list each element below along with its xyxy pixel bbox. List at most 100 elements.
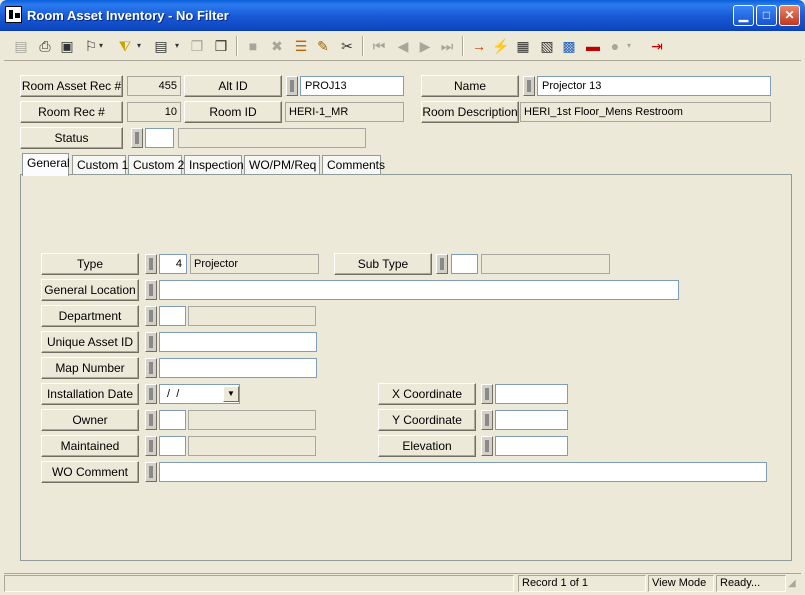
prev-record-icon[interactable]: ◀ — [392, 35, 414, 57]
status-code-field[interactable] — [145, 128, 174, 148]
new-icon[interactable]: ▤ — [10, 35, 32, 57]
department-grip[interactable] — [145, 306, 157, 326]
chevron-down-icon[interactable]: ▾ — [96, 35, 106, 57]
room-asset-rec-field: 455 — [127, 76, 181, 96]
edit-icon[interactable]: ✎ — [312, 35, 334, 57]
general-location-grip[interactable] — [145, 280, 157, 300]
next-record-icon[interactable]: ▶ — [414, 35, 436, 57]
tab-custom-2[interactable]: Custom 2 — [128, 155, 184, 175]
copy-icon[interactable]: ❐ — [186, 35, 208, 57]
alt-id-button[interactable]: Alt ID — [184, 75, 282, 97]
unique-asset-id-grip[interactable] — [145, 332, 157, 352]
fire-truck-icon[interactable]: ▬ — [582, 35, 604, 57]
app-icon — [5, 6, 22, 23]
tab-inspection[interactable]: Inspection — [184, 155, 244, 175]
sub-type-button[interactable]: Sub Type — [334, 253, 432, 275]
elevation-field[interactable] — [495, 436, 568, 456]
maintained-button[interactable]: Maintained — [41, 435, 139, 457]
map-number-button[interactable]: Map Number — [41, 357, 139, 379]
alt-id-grip[interactable] — [286, 76, 298, 96]
chevron-down-icon: ▼ — [227, 389, 235, 398]
general-location-button[interactable]: General Location — [41, 279, 139, 301]
cut-icon[interactable]: ✂ — [336, 35, 358, 57]
y-coordinate-field[interactable] — [495, 410, 568, 430]
hierarchy-icon[interactable]: ▦ — [512, 35, 534, 57]
date-dropdown-button[interactable]: ▼ — [223, 386, 239, 402]
map-number-field[interactable] — [159, 358, 317, 378]
general-location-field[interactable] — [159, 280, 679, 300]
type-button[interactable]: Type — [41, 253, 139, 275]
chevron-down-icon[interactable]: ▾ — [624, 35, 634, 57]
name-field[interactable]: Projector 13 — [537, 76, 771, 96]
name-button[interactable]: Name — [421, 75, 519, 97]
resize-grip-icon[interactable]: ◢ — [788, 578, 800, 590]
delete-icon[interactable]: ■ — [242, 35, 264, 57]
owner-grip[interactable] — [145, 410, 157, 430]
minimize-button[interactable]: ▁ — [733, 5, 754, 26]
sub-type-grip[interactable] — [436, 254, 448, 274]
room-id-button[interactable]: Room ID — [184, 101, 282, 123]
room-description-button[interactable]: Room Description — [421, 101, 519, 123]
exit-icon[interactable]: ⇥ — [646, 35, 668, 57]
chevron-down-icon[interactable]: ▾ — [172, 35, 182, 57]
title-bar[interactable]: Room Asset Inventory - No Filter ▁ □ ✕ — [0, 0, 805, 31]
status-button[interactable]: Status — [20, 127, 123, 149]
sub-type-description-field — [481, 254, 610, 274]
tab-general[interactable]: General — [22, 153, 70, 176]
room-rec-button[interactable]: Room Rec # — [20, 101, 123, 123]
owner-description-field — [188, 410, 316, 430]
ready-status: Ready... — [716, 575, 786, 592]
maintained-grip[interactable] — [145, 436, 157, 456]
first-record-icon[interactable]: ⏮ — [368, 35, 390, 57]
x-coordinate-grip[interactable] — [481, 384, 493, 404]
wo-comment-button[interactable]: WO Comment — [41, 461, 139, 483]
goto-icon[interactable]: → — [468, 35, 490, 57]
tree-icon[interactable]: ▧ — [536, 35, 558, 57]
y-coordinate-button[interactable]: Y Coordinate — [378, 409, 476, 431]
elevation-grip[interactable] — [481, 436, 493, 456]
lightning-icon[interactable]: ⚡ — [490, 35, 512, 57]
type-code-field[interactable]: 4 — [159, 254, 187, 274]
print-icon[interactable]: ⎙ — [34, 35, 56, 57]
department-button[interactable]: Department — [41, 305, 139, 327]
paste-icon[interactable]: ❒ — [210, 35, 232, 57]
x-coordinate-field[interactable] — [495, 384, 568, 404]
preview-icon[interactable]: ▣ — [56, 35, 78, 57]
close-button[interactable]: ✕ — [779, 5, 800, 26]
installation-date-button[interactable]: Installation Date — [41, 383, 139, 405]
globe-icon[interactable]: ● — [604, 35, 626, 57]
department-code-field[interactable] — [159, 306, 186, 326]
map-number-grip[interactable] — [145, 358, 157, 378]
report-icon[interactable]: ▤ — [150, 35, 172, 57]
alt-id-field[interactable]: PROJ13 — [300, 76, 404, 96]
filter-icon[interactable]: ⧨ — [114, 35, 136, 57]
close-icon: ✕ — [784, 8, 795, 22]
owner-button[interactable]: Owner — [41, 409, 139, 431]
room-asset-rec-button[interactable]: Room Asset Rec # — [20, 75, 123, 97]
y-coordinate-grip[interactable] — [481, 410, 493, 430]
type-grip[interactable] — [145, 254, 157, 274]
maximize-button[interactable]: □ — [756, 5, 777, 26]
owner-code-field[interactable] — [159, 410, 186, 430]
tab-custom-1[interactable]: Custom 1 — [72, 155, 128, 175]
wo-comment-field[interactable] — [159, 462, 767, 482]
map-icon[interactable]: ▩ — [558, 35, 580, 57]
maintained-description-field — [188, 436, 316, 456]
tab-comments[interactable]: Comments — [322, 155, 385, 175]
last-record-icon[interactable]: ⏭ — [436, 35, 458, 57]
x-coordinate-button[interactable]: X Coordinate — [378, 383, 476, 405]
status-grip[interactable] — [131, 128, 143, 148]
unique-asset-id-button[interactable]: Unique Asset ID — [41, 331, 139, 353]
wo-comment-grip[interactable] — [145, 462, 157, 482]
elevation-button[interactable]: Elevation — [378, 435, 476, 457]
unique-asset-id-field[interactable] — [159, 332, 317, 352]
maintained-code-field[interactable] — [159, 436, 186, 456]
installation-date-grip[interactable] — [145, 384, 157, 404]
chevron-down-icon[interactable]: ▾ — [134, 35, 144, 57]
stack-icon[interactable]: ☰ — [290, 35, 312, 57]
mode-status: View Mode — [648, 575, 714, 592]
sub-type-code-field[interactable] — [451, 254, 478, 274]
cancel-icon[interactable]: ✖ — [266, 35, 288, 57]
tab-wo-pm-req[interactable]: WO/PM/Req — [244, 155, 320, 175]
name-grip[interactable] — [523, 76, 535, 96]
